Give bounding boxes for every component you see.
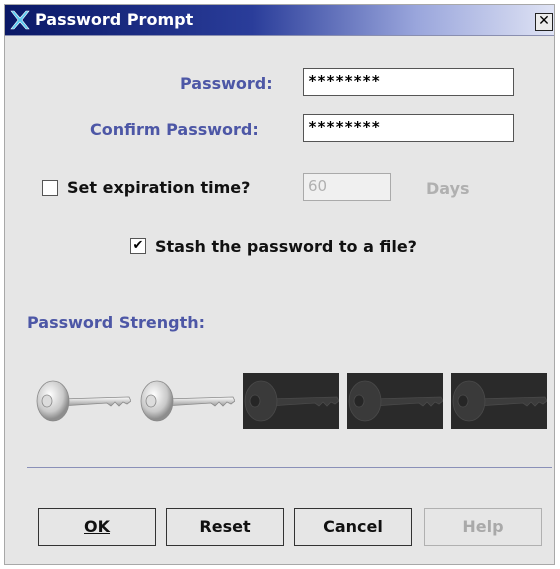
stash-label: Stash the password to a file?	[155, 237, 417, 256]
password-strength-label: Password Strength:	[27, 313, 206, 332]
title-bar[interactable]: Password Prompt ✕	[5, 5, 554, 36]
password-label: Password:	[180, 74, 273, 93]
cancel-button[interactable]: Cancel	[294, 508, 412, 546]
strength-key-4	[347, 373, 444, 429]
reset-button[interactable]: Reset	[166, 508, 284, 546]
strength-key-3	[243, 373, 340, 429]
password-prompt-dialog: Password Prompt ✕ Password: ******** Con…	[4, 4, 555, 565]
help-button[interactable]: Help	[424, 508, 542, 546]
window-title: Password Prompt	[35, 10, 194, 29]
confirm-password-label: Confirm Password:	[90, 120, 259, 139]
key-icon	[36, 380, 132, 422]
ok-button[interactable]: OK	[38, 508, 156, 546]
key-icon	[452, 380, 548, 422]
expiration-label: Set expiration time?	[67, 178, 251, 197]
key-icon	[244, 380, 340, 422]
close-icon: ✕	[538, 13, 550, 29]
divider	[27, 467, 552, 468]
confirm-password-field[interactable]: ********	[303, 114, 514, 142]
key-icon	[348, 380, 444, 422]
days-label: Days	[426, 179, 470, 198]
ok-button-label: OK	[84, 517, 110, 536]
password-field[interactable]: ********	[303, 68, 514, 96]
strength-key-2	[139, 373, 236, 429]
strength-key-5	[451, 373, 548, 429]
strength-key-1	[35, 373, 132, 429]
close-button[interactable]: ✕	[535, 13, 553, 31]
stash-checkbox[interactable]: ✔	[130, 238, 146, 254]
x-logo-icon	[10, 10, 30, 30]
expiration-days-field[interactable]: 60	[303, 173, 391, 201]
expiration-checkbox[interactable]	[42, 180, 58, 196]
key-icon	[140, 380, 236, 422]
